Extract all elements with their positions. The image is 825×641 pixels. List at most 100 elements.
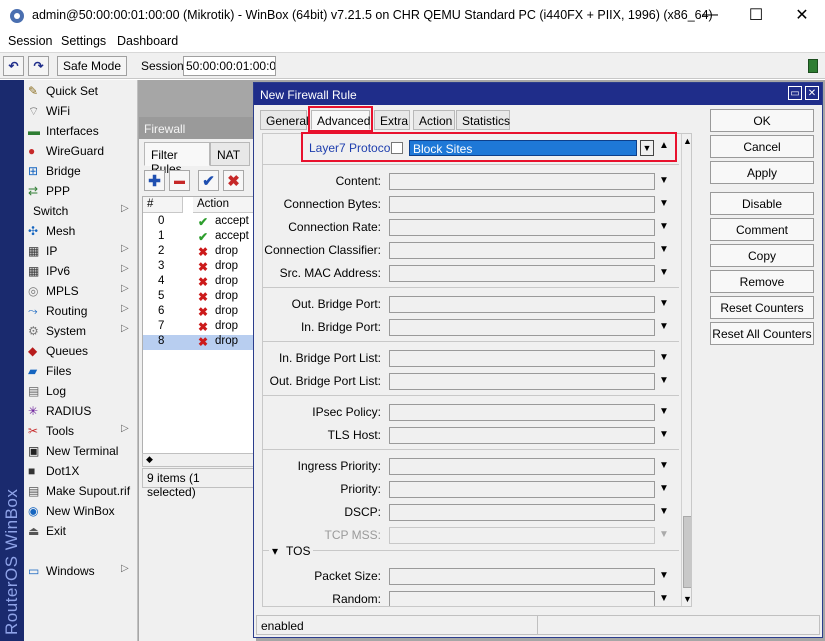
field-input-packet-size[interactable] xyxy=(389,568,655,585)
table-row[interactable]: 8 ✖ drop xyxy=(143,335,255,350)
table-row[interactable]: 7 ✖ drop xyxy=(143,320,255,335)
copy-button[interactable]: Copy xyxy=(710,244,814,267)
ok-button[interactable]: OK xyxy=(710,109,814,132)
tab-statistics[interactable]: Statistics xyxy=(456,110,510,130)
field-input-in-bridge-port[interactable] xyxy=(389,319,655,336)
scroll-left-icon[interactable]: ◆ xyxy=(146,454,153,464)
dialog-close-button[interactable]: ✕ xyxy=(805,86,819,100)
dropdown-arrow-icon[interactable]: ▼ xyxy=(657,352,671,363)
sidebar-item-new-terminal[interactable]: ▣ New Terminal xyxy=(24,441,138,461)
field-input-random[interactable] xyxy=(389,591,655,606)
table-row[interactable]: 0 ✔ accept xyxy=(143,215,255,230)
table-row[interactable]: 1 ✔ accept xyxy=(143,230,255,245)
sidebar-item-interfaces[interactable]: ▬ Interfaces xyxy=(24,121,138,141)
table-row[interactable]: 4 ✖ drop xyxy=(143,275,255,290)
field-input-priority[interactable] xyxy=(389,481,655,498)
remove-rule-button[interactable]: ▬ xyxy=(169,170,190,191)
menu-settings[interactable]: Settings xyxy=(61,34,106,48)
sidebar-item-routing[interactable]: ⤳ Routing ▷ xyxy=(24,301,138,321)
menu-dashboard[interactable]: Dashboard xyxy=(117,34,178,48)
dropdown-arrow-icon[interactable]: ▼ xyxy=(657,483,671,494)
disable-rule-button[interactable]: ✖ xyxy=(223,170,244,191)
sidebar-item-windows[interactable]: ▭ Windows ▷ xyxy=(24,561,138,581)
field-input-tls-host[interactable] xyxy=(389,427,655,444)
dropdown-arrow-icon[interactable]: ▼ xyxy=(657,198,671,209)
apply-button[interactable]: Apply xyxy=(710,161,814,184)
minimize-button[interactable]: — xyxy=(687,0,733,30)
dropdown-arrow-icon[interactable]: ▼ xyxy=(657,267,671,278)
dropdown-arrow-icon[interactable]: ▼ xyxy=(657,406,671,417)
sidebar-item-ipv6[interactable]: ▦ IPv6 ▷ xyxy=(24,261,138,281)
session-field[interactable]: 50:00:00:01:00:00 xyxy=(183,56,276,76)
dropdown-arrow-icon[interactable]: ▼ xyxy=(657,298,671,309)
sidebar-item-ip[interactable]: ▦ IP ▷ xyxy=(24,241,138,261)
dropdown-arrow-icon[interactable]: ▼ xyxy=(657,244,671,255)
maximize-button[interactable]: ☐ xyxy=(733,0,779,30)
dropdown-arrow-icon[interactable]: ▼ xyxy=(657,375,671,386)
dropdown-arrow-icon[interactable]: ▼ xyxy=(657,429,671,440)
field-input-dscp[interactable] xyxy=(389,504,655,521)
table-row[interactable]: 3 ✖ drop xyxy=(143,260,255,275)
dropdown-arrow-icon[interactable]: ▼ xyxy=(657,221,671,232)
table-row[interactable]: 5 ✖ drop xyxy=(143,290,255,305)
field-input-per-connection-classifier[interactable] xyxy=(389,242,655,259)
sidebar-item-wireguard[interactable]: ● WireGuard xyxy=(24,141,138,161)
close-button[interactable]: ✕ xyxy=(779,0,825,30)
menu-session[interactable]: Session xyxy=(8,34,52,48)
sidebar-item-tools[interactable]: ✂ Tools ▷ xyxy=(24,421,138,441)
form-scrollbar[interactable]: ▲ ▼ xyxy=(681,134,691,606)
field-input-in-bridge-port-list[interactable] xyxy=(389,350,655,367)
redo-button[interactable]: ↷ xyxy=(28,56,49,76)
dialog-restore-button[interactable]: ▭ xyxy=(788,86,802,100)
undo-button[interactable]: ↶ xyxy=(3,56,24,76)
dropdown-arrow-icon[interactable]: ▼ xyxy=(657,506,671,517)
column-header-number[interactable]: # xyxy=(143,197,183,213)
sidebar-item-radius[interactable]: ✳ RADIUS xyxy=(24,401,138,421)
tab-action[interactable]: Action xyxy=(413,110,455,130)
sidebar-item-mesh[interactable]: ✣ Mesh xyxy=(24,221,138,241)
dropdown-arrow-icon[interactable]: ▼ xyxy=(657,460,671,471)
sidebar-item-system[interactable]: ⚙ System ▷ xyxy=(24,321,138,341)
scroll-thumb[interactable] xyxy=(683,516,691,588)
tab-general[interactable]: General xyxy=(260,110,309,130)
enable-rule-button[interactable]: ✔ xyxy=(198,170,219,191)
sidebar-item-quick-set[interactable]: ✎ Quick Set xyxy=(24,81,138,101)
dropdown-arrow-icon[interactable]: ▼ xyxy=(657,175,671,186)
reset-all-counters-button[interactable]: Reset All Counters xyxy=(710,322,814,345)
sidebar-item-dot1x[interactable]: ■ Dot1X xyxy=(24,461,138,481)
sidebar-item-wifi[interactable]: ⌔ WiFi xyxy=(24,101,138,121)
tos-section-header[interactable]: ▾ TOS xyxy=(269,544,314,558)
cancel-button[interactable]: Cancel xyxy=(710,135,814,158)
sidebar-item-switch[interactable]: Switch ▷ xyxy=(24,201,138,221)
sidebar-item-ppp[interactable]: ⇄ PPP xyxy=(24,181,138,201)
scroll-down-icon[interactable]: ▼ xyxy=(683,594,691,604)
field-input-ingress-priority[interactable] xyxy=(389,458,655,475)
sidebar-item-bridge[interactable]: ⊞ Bridge xyxy=(24,161,138,181)
reset-counters-button[interactable]: Reset Counters xyxy=(710,296,814,319)
sidebar-item-log[interactable]: ▤ Log xyxy=(24,381,138,401)
field-input-ipsec-policy[interactable] xyxy=(389,404,655,421)
field-input-connection-bytes[interactable] xyxy=(389,196,655,213)
remove-button[interactable]: Remove xyxy=(710,270,814,293)
table-row[interactable]: 2 ✖ drop xyxy=(143,245,255,260)
dialog-title[interactable]: New Firewall Rule xyxy=(254,83,822,105)
field-input-content[interactable] xyxy=(389,173,655,190)
disable-button[interactable]: Disable xyxy=(710,192,814,215)
tab-extra[interactable]: Extra xyxy=(374,110,410,130)
field-input-connection-rate[interactable] xyxy=(389,219,655,236)
field-input-out-bridge-port[interactable] xyxy=(389,296,655,313)
tab-nat[interactable]: NAT xyxy=(210,142,250,166)
field-input-src-mac-address[interactable] xyxy=(389,265,655,282)
field-input-out-bridge-port-list[interactable] xyxy=(389,373,655,390)
table-row[interactable]: 6 ✖ drop xyxy=(143,305,255,320)
dropdown-arrow-icon[interactable]: ▼ xyxy=(657,593,671,604)
sidebar-item-files[interactable]: ▰ Files xyxy=(24,361,138,381)
sidebar-item-mpls[interactable]: ◎ MPLS ▷ xyxy=(24,281,138,301)
add-rule-button[interactable]: ✚ xyxy=(144,170,165,191)
sidebar-item-make-supout-rif[interactable]: ▤ Make Supout.rif xyxy=(24,481,138,501)
scroll-up-icon[interactable]: ▲ xyxy=(683,136,691,146)
column-header-action[interactable]: Action xyxy=(193,197,255,213)
safe-mode-button[interactable]: Safe Mode xyxy=(57,56,127,76)
horizontal-scrollbar[interactable]: ◆ xyxy=(142,453,256,467)
comment-button[interactable]: Comment xyxy=(710,218,814,241)
